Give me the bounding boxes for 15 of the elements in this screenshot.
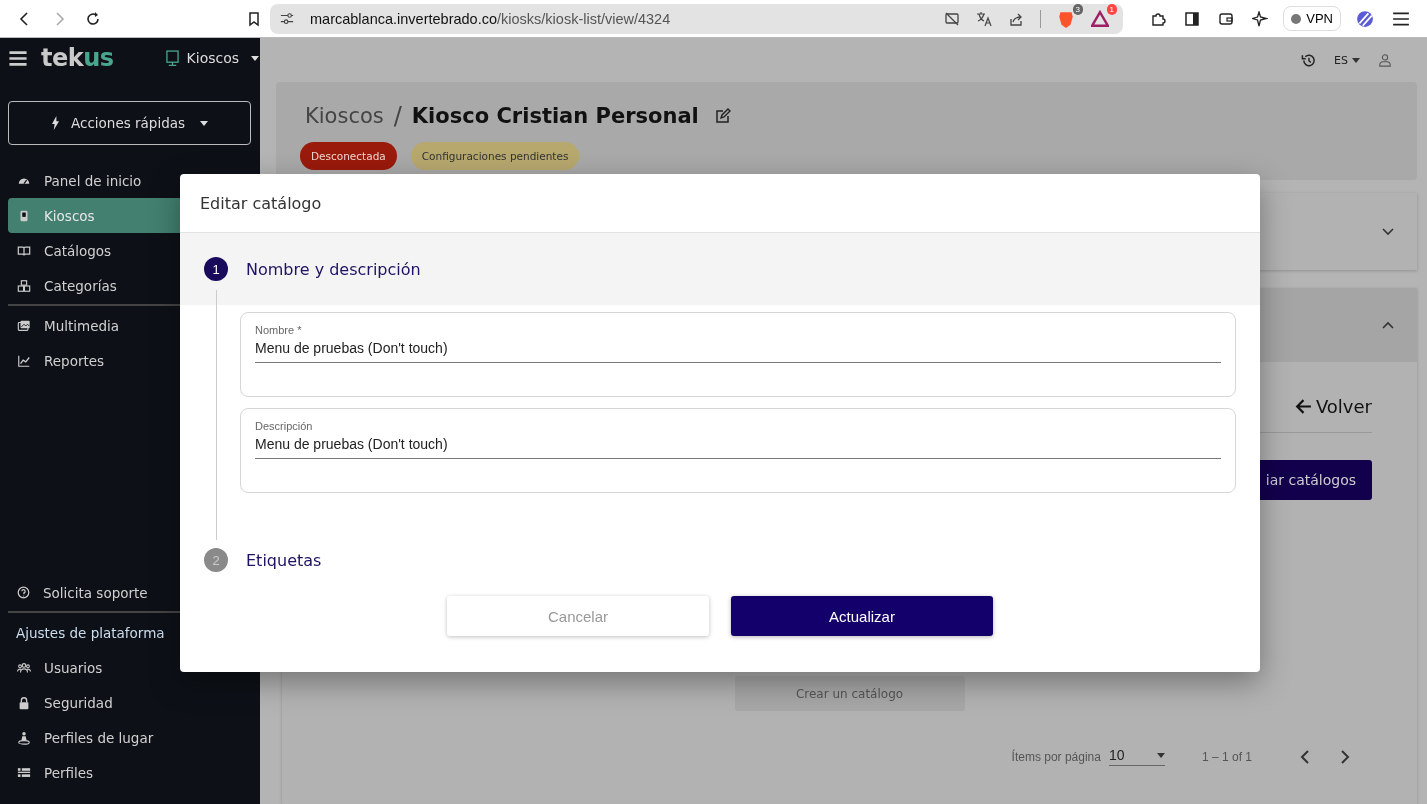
section-title: Ajustes de plataforma <box>15 623 166 643</box>
page-title: Kiosco Cristian Personal <box>411 104 699 128</box>
breadcrumb-separator: / <box>393 102 402 130</box>
step-number: 2 <box>204 548 228 572</box>
status-badge: Configuraciones pendientes <box>410 142 580 170</box>
logo: tekus <box>41 44 114 72</box>
step-number: 1 <box>204 257 228 281</box>
status-badge: Desconectada <box>300 142 397 170</box>
page-range: 1 – 1 of 1 <box>1201 749 1252 764</box>
step-title: Etiquetas <box>246 550 322 570</box>
url-text: marcablanca.invertebrado.co/kiosks/kiosk-list/view/4324 <box>310 10 671 27</box>
count-badge: 1 <box>1106 3 1117 15</box>
page-size-label: Ítems por página <box>1011 749 1101 764</box>
count-badge: 3 <box>1072 3 1083 15</box>
step-title: Nombre y descripción <box>246 259 421 279</box>
